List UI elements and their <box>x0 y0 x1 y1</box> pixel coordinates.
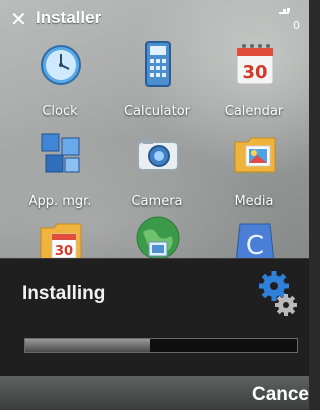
camera-icon <box>137 138 179 171</box>
signal-strength-icon: 0 <box>279 8 300 32</box>
calendar-folder-day: 30 <box>55 244 73 259</box>
installer-screen: ✕ Installer 0 Clock Calculator 30 Calend… <box>0 0 309 410</box>
page-title: Installer <box>36 8 102 27</box>
title-bar: ✕ Installer 0 <box>0 0 309 38</box>
grid-item-calculator[interactable]: Calculator <box>107 40 207 132</box>
grid-item-label: App. mgr. <box>28 194 92 209</box>
signal-digit: 0 <box>293 19 300 32</box>
softkey-bar: Cance <box>0 376 309 410</box>
cancel-button[interactable]: Cance <box>252 384 309 406</box>
grid-item-label: Clock <box>42 104 78 119</box>
grid-item-clock[interactable]: Clock <box>10 40 110 132</box>
calendar-day: 30 <box>242 62 267 83</box>
clock-icon <box>41 45 81 85</box>
dialog-title: Installing <box>22 283 106 304</box>
globe-icon <box>136 216 180 260</box>
svg-text:C: C <box>246 231 264 261</box>
install-progress-bar <box>24 338 298 353</box>
calculator-icon <box>145 41 171 87</box>
grid-item-label: Media <box>234 194 274 209</box>
close-icon[interactable]: ✕ <box>10 9 27 29</box>
grid-item-label: Camera <box>131 194 183 209</box>
grid-item-calendar[interactable]: 30 Calendar <box>204 40 304 132</box>
grid-item-app-manager[interactable]: App. mgr. <box>10 130 110 222</box>
app-manager-icon <box>41 133 80 173</box>
grid-item-camera[interactable]: Camera <box>107 130 207 222</box>
grid-item-media[interactable]: Media <box>204 130 304 222</box>
grid-item-label: Calculator <box>123 104 190 119</box>
gears-icon <box>259 271 297 316</box>
grid-item-label: Calendar <box>224 104 284 119</box>
calendar-icon: 30 <box>236 44 274 85</box>
install-progress-fill <box>25 339 151 352</box>
installing-dialog: Installing <box>0 258 309 377</box>
media-folder-icon <box>234 137 276 173</box>
